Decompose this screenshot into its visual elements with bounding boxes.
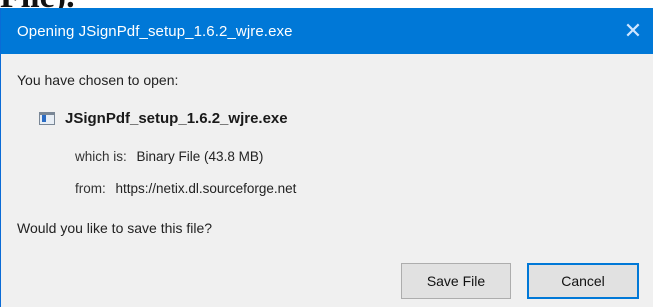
file-source-value: https://netix.dl.sourceforge.net bbox=[115, 181, 297, 196]
file-type-value: Binary File (43.8 MB) bbox=[136, 149, 264, 164]
close-icon[interactable]: ✕ bbox=[613, 8, 653, 54]
open-prompt-label: You have chosen to open: bbox=[17, 72, 179, 88]
executable-file-icon bbox=[39, 112, 55, 125]
file-source-row: from: https://netix.dl.sourceforge.net bbox=[75, 181, 296, 196]
file-row: JSignPdf_setup_1.6.2_wjre.exe bbox=[39, 110, 288, 127]
file-type-row: which is: Binary File (43.8 MB) bbox=[75, 149, 263, 164]
save-file-button[interactable]: Save File bbox=[401, 263, 511, 299]
save-question-label: Would you like to save this file? bbox=[17, 220, 213, 236]
cancel-button[interactable]: Cancel bbox=[527, 263, 639, 299]
dialog-title: Opening JSignPdf_setup_1.6.2_wjre.exe bbox=[17, 22, 293, 40]
dialog-titlebar: Opening JSignPdf_setup_1.6.2_wjre.exe ✕ bbox=[1, 8, 653, 54]
file-type-label: which is: bbox=[75, 149, 127, 164]
file-source-label: from: bbox=[75, 181, 106, 196]
file-name: JSignPdf_setup_1.6.2_wjre.exe bbox=[65, 110, 288, 127]
download-dialog: Opening JSignPdf_setup_1.6.2_wjre.exe ✕ … bbox=[0, 8, 653, 307]
